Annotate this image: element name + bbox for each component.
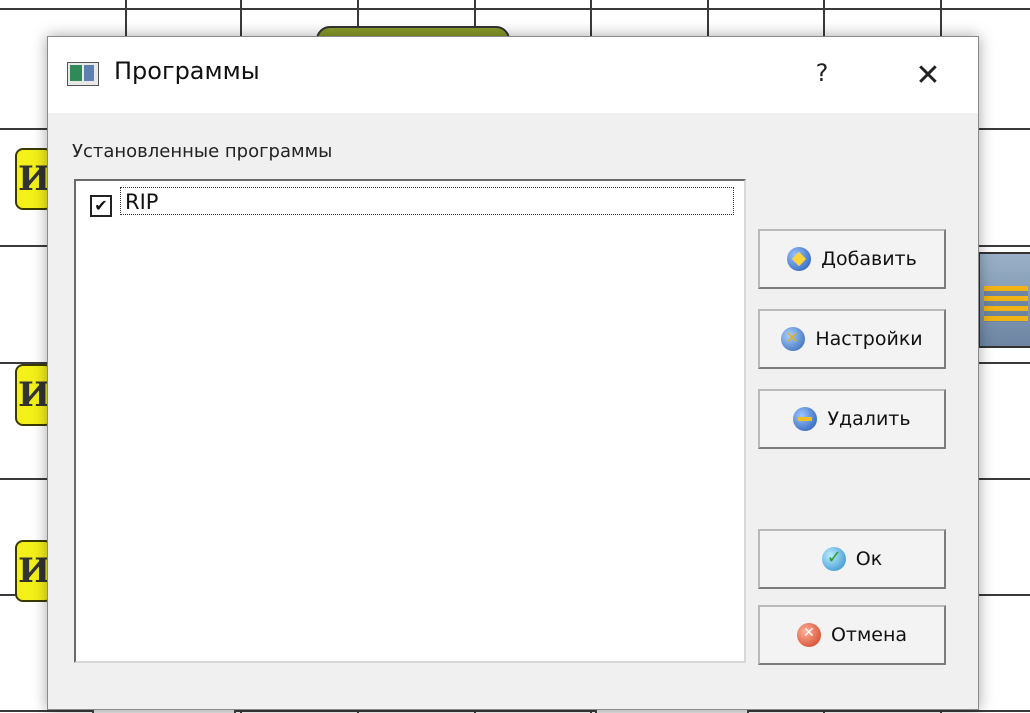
- remove-circle-icon: [793, 407, 818, 431]
- installed-programs-label: Установленные программы: [72, 141, 333, 162]
- dialog-title: Программы: [114, 57, 260, 85]
- remove-button-label: Удалить: [827, 408, 911, 430]
- settings-button-label: Настройки: [815, 328, 923, 350]
- ok-button[interactable]: Ок: [758, 529, 946, 589]
- settings-tools-icon: [781, 327, 806, 351]
- add-button-label: Добавить: [821, 248, 917, 270]
- router-ports-icon: [984, 286, 1028, 322]
- program-label[interactable]: RIP: [120, 187, 734, 215]
- ok-button-label: Ок: [855, 548, 883, 570]
- program-checkbox[interactable]: ✔: [90, 195, 112, 217]
- router-node[interactable]: [978, 252, 1030, 348]
- list-item[interactable]: ✔ RIP: [86, 187, 736, 217]
- grid-line: [0, 8, 1030, 10]
- cancel-button[interactable]: Отмена: [758, 605, 946, 665]
- remove-button[interactable]: Удалить: [758, 389, 946, 449]
- dialog-titlebar[interactable]: Программы ? ✕: [48, 37, 978, 113]
- app-window-icon: [67, 62, 99, 86]
- add-circle-icon: [787, 247, 812, 271]
- cancel-x-icon: [796, 623, 821, 647]
- programs-list[interactable]: ✔ RIP: [74, 179, 746, 663]
- add-button[interactable]: Добавить: [758, 229, 946, 289]
- ok-check-icon: [821, 547, 846, 571]
- programs-dialog: Программы ? ✕ Установленные программы ✔ …: [47, 36, 979, 710]
- close-icon[interactable]: ✕: [906, 53, 950, 97]
- settings-button[interactable]: Настройки: [758, 309, 946, 369]
- cancel-button-label: Отмена: [830, 624, 908, 646]
- help-button[interactable]: ?: [802, 51, 842, 95]
